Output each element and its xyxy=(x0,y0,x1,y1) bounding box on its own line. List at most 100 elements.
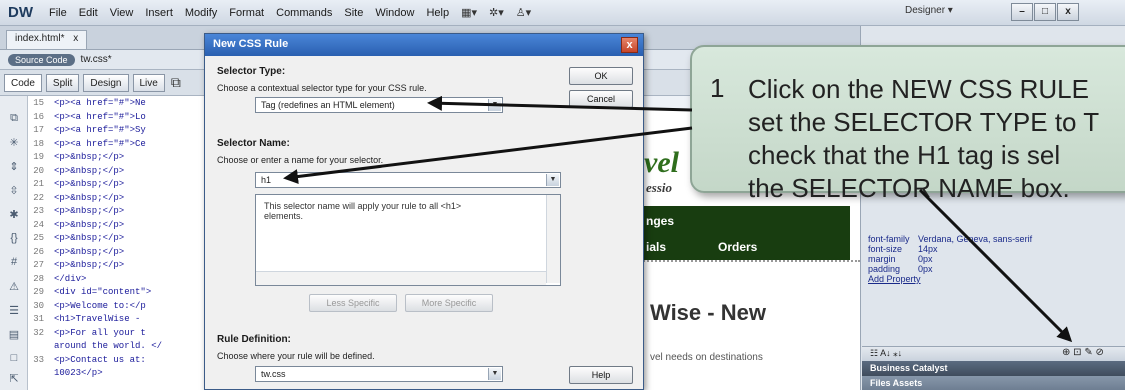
code-line: 22 <p>&nbsp;</p> xyxy=(28,193,124,205)
menu-edit[interactable]: Edit xyxy=(73,7,104,19)
code-line: 31 <h1>TravelWise - xyxy=(28,314,140,326)
new-css-rule-dialog: New CSS Rule x Selector Type: Choose a c… xyxy=(204,33,644,390)
code-text: <p><a href="#">Ne xyxy=(54,98,146,108)
property-value: Verdana, Geneva, sans-serif xyxy=(918,234,1033,244)
inspect-icon[interactable]: ⧉ xyxy=(165,74,187,91)
horizontal-scrollbar[interactable] xyxy=(256,271,546,285)
menu-view[interactable]: View xyxy=(104,7,140,19)
selector-name-input[interactable]: h1 ▼ xyxy=(255,172,561,188)
code-text: <p>&nbsp;</p> xyxy=(54,206,125,216)
select-parent-tag-icon[interactable]: ✱ xyxy=(7,208,21,221)
code-line: around the world. </ xyxy=(28,341,162,353)
code-text: around the world. </ xyxy=(54,341,163,351)
property-row[interactable]: padding 0px xyxy=(868,264,1108,274)
line-number: 23 xyxy=(33,206,44,216)
line-number: 27 xyxy=(33,260,44,270)
site-navbar: nges ials Orders xyxy=(640,206,850,260)
chevron-down-icon: ▼ xyxy=(546,174,559,186)
line-number: 21 xyxy=(33,179,44,189)
extend-icon[interactable]: ✲▾ xyxy=(483,6,510,19)
split-view-button[interactable]: Split xyxy=(45,73,80,92)
collapse-selection-icon[interactable]: ⇕ xyxy=(7,160,21,173)
design-view-button[interactable]: Design xyxy=(83,73,129,92)
menu-file[interactable]: File xyxy=(43,7,73,19)
expand-all-icon[interactable]: ⇳ xyxy=(7,184,21,197)
syntax-error-icon[interactable]: ☰ xyxy=(7,304,21,317)
line-number: 28 xyxy=(33,273,44,284)
menu-commands[interactable]: Commands xyxy=(270,7,338,19)
app-logo: DW xyxy=(8,4,33,21)
sort-icon[interactable]: ☷ A↓ ⁎↓ xyxy=(870,348,902,359)
open-documents-icon[interactable]: ⧉ xyxy=(7,112,21,125)
code-text: <p><a href="#">Sy xyxy=(54,125,146,135)
menu-site[interactable]: Site xyxy=(338,7,369,19)
page-heading: Wise - New xyxy=(650,300,766,325)
cancel-button[interactable]: Cancel xyxy=(569,90,633,108)
close-tab-icon[interactable]: x xyxy=(73,33,78,44)
dialog-title: New CSS Rule xyxy=(205,34,643,56)
files-panel-header[interactable]: Files Assets xyxy=(862,376,1125,390)
close-icon[interactable]: x xyxy=(621,37,638,53)
close-window-button[interactable]: x xyxy=(1057,3,1079,21)
related-file-tw-css[interactable]: tw.css* xyxy=(81,54,112,65)
selector-type-hint: Choose a contextual selector type for yo… xyxy=(217,83,427,93)
selector-type-value: Tag (redefines an HTML element) xyxy=(261,100,395,110)
code-line: 27 <p>&nbsp;</p> xyxy=(28,260,124,272)
property-row[interactable]: font-family Verdana, Geneva, sans-serif xyxy=(868,234,1108,244)
selector-type-select[interactable]: Tag (redefines an HTML element) ▼ xyxy=(255,97,503,113)
code-line: 21 <p>&nbsp;</p> xyxy=(28,179,124,191)
menu-window[interactable]: Window xyxy=(369,7,420,19)
coding-toolbar: ⧉ ✳ ⇕ ⇳ ✱ {} # ⚠ ☰ ▤ □ ⇱ xyxy=(0,96,28,390)
menu-modify[interactable]: Modify xyxy=(179,7,223,19)
wrap-tag-icon[interactable]: ⇱ xyxy=(7,372,21,385)
source-code-button[interactable]: Source Code xyxy=(8,53,75,66)
selector-type-label: Selector Type: xyxy=(217,66,286,77)
minimize-button[interactable]: – xyxy=(1011,3,1033,21)
balance-braces-icon[interactable]: {} xyxy=(7,232,21,244)
selector-description: This selector name will apply your rule … xyxy=(255,194,561,286)
code-line: 15 <p><a href="#">Ne xyxy=(28,98,146,110)
property-row[interactable]: margin 0px xyxy=(868,254,1108,264)
property-name: padding xyxy=(868,264,901,274)
business-catalyst-panel-header[interactable]: Business Catalyst xyxy=(862,361,1125,376)
menu-insert[interactable]: Insert xyxy=(139,7,179,19)
remove-comment-icon[interactable]: □ xyxy=(7,352,21,364)
line-number: 24 xyxy=(33,219,44,230)
vertical-scrollbar[interactable] xyxy=(546,195,560,283)
workspace-switcher[interactable]: Designer ▾ xyxy=(905,5,953,16)
code-text: </div> xyxy=(54,273,87,284)
rule-definition-value: tw.css xyxy=(261,369,286,379)
css-panel-toolbar: ☷ A↓ ⁎↓ ⊕ ⊡ ✎ ⊘ xyxy=(862,346,1125,361)
property-row[interactable]: font-size 14px xyxy=(868,244,1108,254)
new-css-rule-icon[interactable]: ⊕ ⊡ ✎ ⊘ xyxy=(1062,347,1104,358)
apply-comment-icon[interactable]: ▤ xyxy=(7,328,21,341)
tab-index-html[interactable]: index.html* x xyxy=(6,30,88,49)
code-text: <p>&nbsp;</p> xyxy=(54,165,125,176)
rule-definition-select[interactable]: tw.css ▼ xyxy=(255,366,503,382)
live-view-button[interactable]: Live xyxy=(132,73,165,92)
layout-icon[interactable]: ▦▾ xyxy=(455,6,483,19)
collapse-tag-icon[interactable]: ✳ xyxy=(7,136,21,149)
less-specific-button[interactable]: Less Specific xyxy=(309,294,397,312)
property-value: 0px xyxy=(918,264,933,274)
line-number: 15 xyxy=(33,98,44,108)
code-line: 32 <p>For all your t xyxy=(28,328,146,340)
property-name: font-size xyxy=(868,244,903,254)
code-text: <p>&nbsp;</p> xyxy=(54,152,125,162)
line-number: 31 xyxy=(33,314,44,324)
line-numbers-icon[interactable]: # xyxy=(7,256,21,268)
ok-button[interactable]: OK xyxy=(569,67,633,85)
code-view-button[interactable]: Code xyxy=(4,73,42,92)
maximize-button[interactable]: □ xyxy=(1034,3,1056,21)
help-button[interactable]: Help xyxy=(569,366,633,384)
code-line: 23 <p>&nbsp;</p> xyxy=(28,206,124,218)
menu-help[interactable]: Help xyxy=(420,7,455,19)
code-text: <p>For all your t xyxy=(54,327,146,338)
more-specific-button[interactable]: More Specific xyxy=(405,294,493,312)
add-property-link[interactable]: Add Property xyxy=(868,274,921,284)
site-icon[interactable]: ♙▾ xyxy=(510,6,537,19)
line-number: 26 xyxy=(33,246,44,257)
highlight-invalid-icon[interactable]: ⚠ xyxy=(7,280,21,293)
menu-format[interactable]: Format xyxy=(223,7,270,19)
code-editor[interactable]: 15 <p><a href="#">Ne 16 <p><a href="#">Lo 17… xyxy=(28,96,208,390)
